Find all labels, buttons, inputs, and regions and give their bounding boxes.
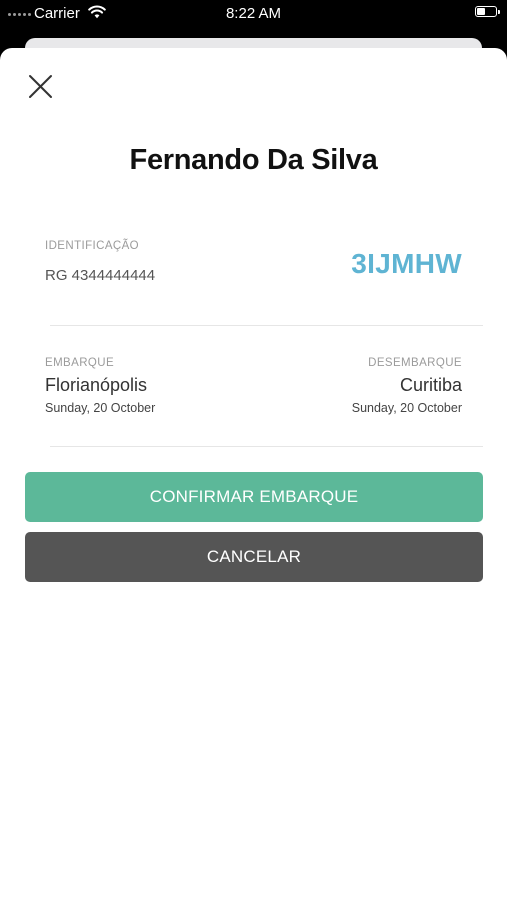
passenger-name: Fernando Da Silva: [129, 144, 378, 176]
landing-city: Curitiba: [399, 375, 462, 395]
close-icon: [29, 75, 52, 98]
confirm-boarding-button[interactable]: CONFIRMAR EMBARQUE: [25, 472, 483, 522]
identification-value: RG 4344444444: [45, 267, 156, 284]
boarding-label: EMBARQUE: [45, 357, 115, 369]
landing-date: Sunday, 20 October: [351, 401, 462, 415]
divider: [50, 446, 483, 447]
boarding-date: Sunday, 20 October: [45, 401, 156, 415]
landing-label: DESEMBARQUE: [368, 357, 462, 369]
status-bar: Carrier 8:22 AM: [0, 0, 507, 30]
clock: 8:22 AM: [225, 5, 282, 22]
close-button[interactable]: [22, 68, 58, 104]
identification-label: IDENTIFICAÇÃO: [45, 240, 140, 252]
boarding-city: Florianópolis: [45, 375, 148, 395]
boarding-sheet: Fernando Da Silva IDENTIFICAÇÃO RG 43444…: [0, 48, 507, 900]
divider: [50, 325, 483, 326]
booking-code: 3IJMHW: [351, 248, 462, 279]
battery-icon: [475, 6, 500, 17]
cancel-button[interactable]: CANCELAR: [25, 532, 483, 582]
